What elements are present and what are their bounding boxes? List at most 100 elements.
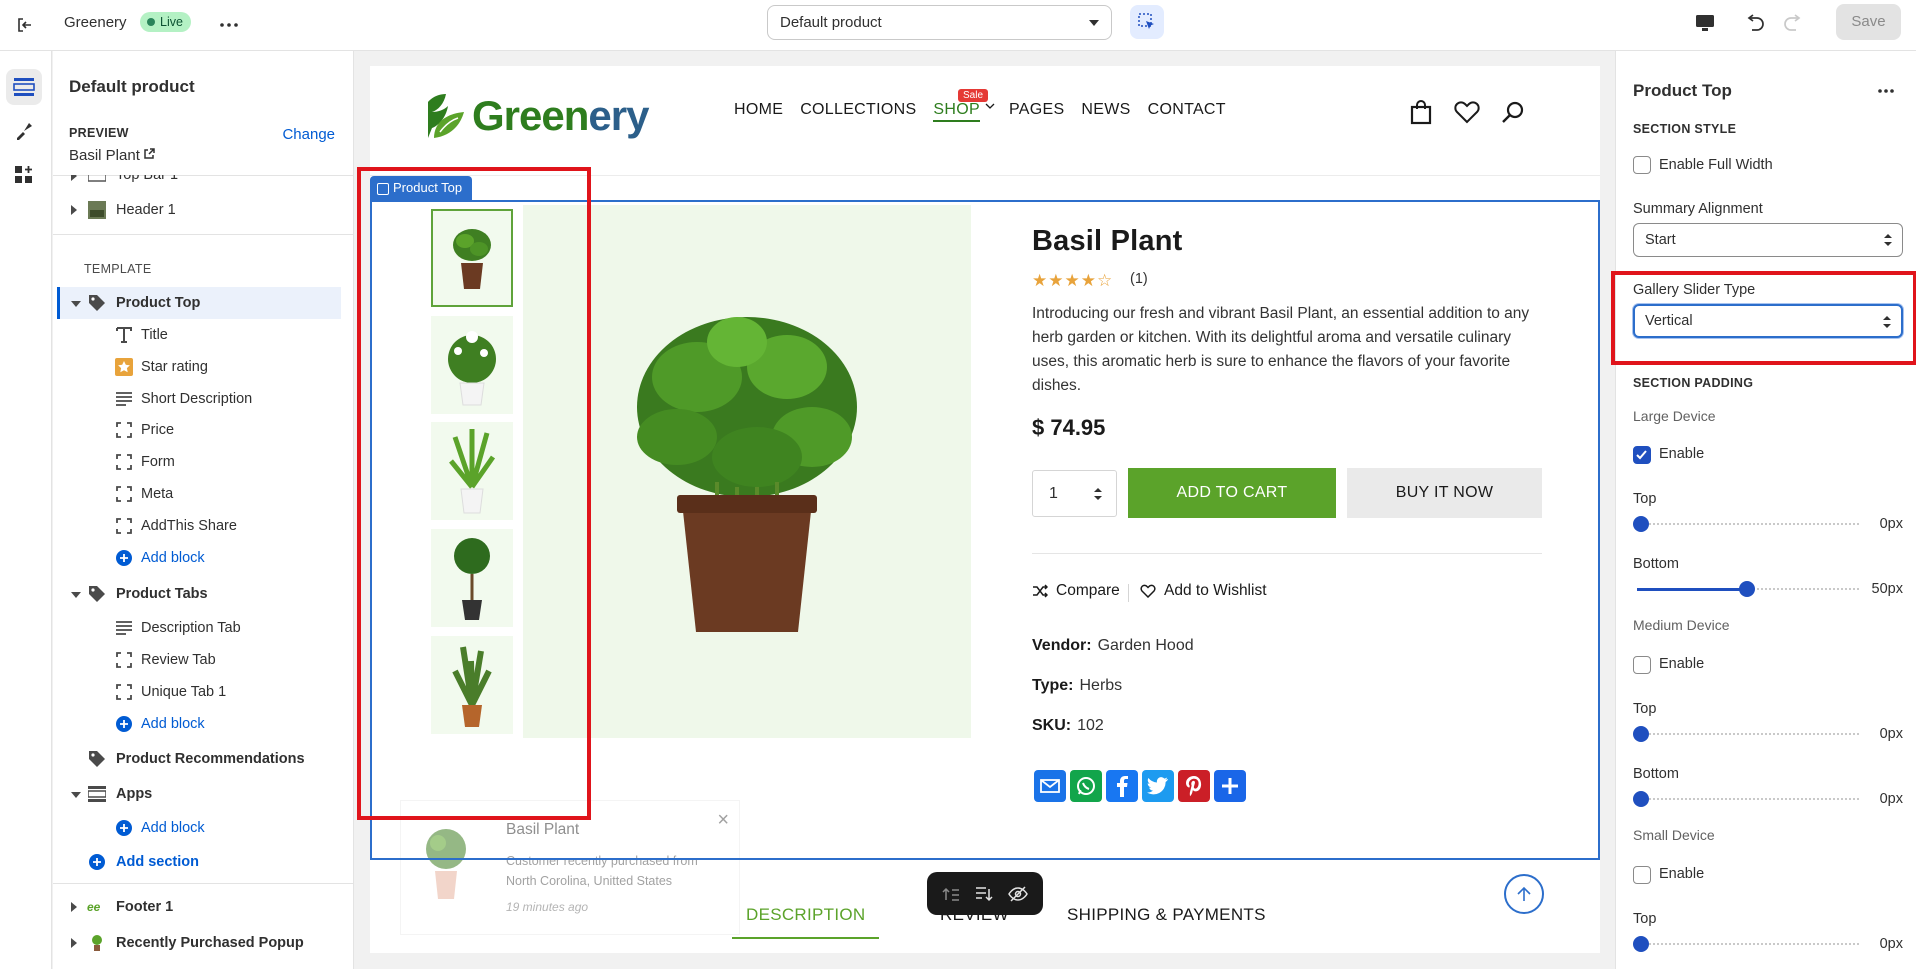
spinner-icon[interactable] xyxy=(1094,486,1102,502)
tab-description[interactable]: DESCRIPTION xyxy=(732,905,880,939)
sidebar-item-label: Footer 1 xyxy=(116,899,174,915)
undo-icon[interactable] xyxy=(1740,8,1770,38)
block-item-meta[interactable]: Meta xyxy=(57,478,341,510)
move-down-icon[interactable] xyxy=(975,886,993,902)
more-icon[interactable] xyxy=(1874,79,1898,103)
sidebar-item-product-top[interactable]: Product Top xyxy=(57,287,341,319)
large-bottom-slider[interactable] xyxy=(1633,581,1861,597)
buy-it-now-button[interactable]: BUY IT NOW xyxy=(1347,468,1542,518)
sidebar-item-header[interactable]: Header 1 xyxy=(57,194,341,226)
shopping-bag-icon[interactable] xyxy=(1407,98,1435,126)
block-item-label: AddThis Share xyxy=(141,518,237,534)
rating-count[interactable]: (1) xyxy=(1130,271,1148,287)
block-item-form[interactable]: Form xyxy=(57,446,341,478)
inspector-icon[interactable] xyxy=(1130,5,1164,39)
sidebar-item-footer[interactable]: ee Footer 1 xyxy=(57,891,341,923)
save-button[interactable]: Save xyxy=(1836,4,1901,40)
change-preview-link[interactable]: Change xyxy=(282,126,335,143)
vendor-value[interactable]: Garden Hood xyxy=(1098,637,1194,654)
nav-news[interactable]: NEWS xyxy=(1081,101,1130,122)
pinterest-share-icon[interactable] xyxy=(1178,770,1210,802)
recently-purchased-popup[interactable]: Basil Plant Customer recently purchased … xyxy=(400,800,740,935)
enable-full-width-checkbox[interactable] xyxy=(1633,156,1651,174)
tab-shipping-payments[interactable]: SHIPPING & PAYMENTS xyxy=(1067,905,1266,925)
add-block-button[interactable]: Add block xyxy=(57,812,341,844)
nav-shop[interactable]: SHOP xyxy=(933,101,980,122)
block-item-addthis-share[interactable]: AddThis Share xyxy=(57,510,341,542)
compare-link[interactable]: Compare xyxy=(1032,582,1120,600)
gallery-thumb-4[interactable] xyxy=(431,529,513,627)
wishlist-link[interactable]: Add to Wishlist xyxy=(1140,582,1267,600)
hide-section-icon[interactable] xyxy=(1007,885,1028,902)
sidebar-item-recently-purchased[interactable]: Recently Purchased Popup xyxy=(57,927,341,959)
desktop-icon[interactable] xyxy=(1690,8,1720,38)
template-select[interactable]: Default product xyxy=(767,5,1112,40)
gallery-thumb-3[interactable] xyxy=(431,422,513,520)
slider-handle[interactable] xyxy=(1739,581,1755,597)
nav-contact[interactable]: CONTACT xyxy=(1148,101,1226,122)
sections-sidebar: Default product PREVIEW Change Basil Pla… xyxy=(53,51,354,969)
whatsapp-share-icon[interactable] xyxy=(1070,770,1102,802)
gallery-thumb-5[interactable] xyxy=(431,636,513,734)
small-enable-checkbox[interactable] xyxy=(1633,866,1651,884)
slider-handle[interactable] xyxy=(1633,791,1649,807)
section-tag[interactable]: Product Top xyxy=(370,176,473,200)
nav-home[interactable]: HOME xyxy=(734,101,783,122)
more-share-icon[interactable] xyxy=(1214,770,1246,802)
add-block-button[interactable]: Add block xyxy=(57,542,341,574)
small-top-slider[interactable] xyxy=(1633,936,1861,952)
block-item-description-tab[interactable]: Description Tab xyxy=(57,612,341,644)
sidebar-item-apps[interactable]: Apps xyxy=(57,778,341,810)
search-icon[interactable] xyxy=(1499,98,1527,126)
gallery-thumb-2[interactable] xyxy=(431,316,513,414)
heart-icon[interactable] xyxy=(1453,98,1481,126)
twitter-share-icon[interactable] xyxy=(1142,770,1174,802)
preview-product[interactable]: Basil Plant xyxy=(69,147,140,164)
add-section-label: Add section xyxy=(116,854,199,870)
block-item-unique-tab[interactable]: Unique Tab 1 xyxy=(57,676,341,708)
block-item-star-rating[interactable]: Star rating xyxy=(57,351,341,383)
scroll-to-top-button[interactable] xyxy=(1504,874,1544,914)
move-up-icon[interactable] xyxy=(942,886,960,902)
type-value[interactable]: Herbs xyxy=(1079,677,1122,694)
gallery-slider-type-select[interactable]: Vertical xyxy=(1633,304,1903,338)
facebook-share-icon[interactable] xyxy=(1106,770,1138,802)
add-section-button[interactable]: Add section xyxy=(57,846,341,878)
email-share-icon[interactable] xyxy=(1034,770,1066,802)
add-block-button[interactable]: Add block xyxy=(57,708,341,740)
redo-icon[interactable] xyxy=(1778,8,1808,38)
add-to-cart-button[interactable]: ADD TO CART xyxy=(1128,468,1336,518)
large-top-slider[interactable] xyxy=(1633,516,1861,532)
close-icon[interactable]: × xyxy=(717,809,729,832)
medium-enable-checkbox[interactable] xyxy=(1633,656,1651,674)
medium-bottom-slider[interactable] xyxy=(1633,791,1861,807)
sidebar-item-label: Recently Purchased Popup xyxy=(116,935,304,951)
store-logo[interactable]: Greenery xyxy=(426,88,649,143)
block-item-short-description[interactable]: Short Description xyxy=(57,383,341,415)
theme-settings-icon[interactable] xyxy=(6,113,42,149)
exit-icon[interactable] xyxy=(10,10,40,40)
basil-thumbnail xyxy=(453,229,491,289)
gallery-thumb-1[interactable] xyxy=(431,209,513,307)
popup-title[interactable]: Basil Plant xyxy=(506,821,579,839)
sidebar-item-product-tabs[interactable]: Product Tabs xyxy=(57,578,341,610)
slider-handle[interactable] xyxy=(1633,516,1649,532)
medium-top-slider[interactable] xyxy=(1633,726,1861,742)
block-item-price[interactable]: Price xyxy=(57,414,341,446)
summary-alignment-select[interactable]: Start xyxy=(1633,223,1903,257)
nav-pages[interactable]: PAGES xyxy=(1009,101,1064,122)
sections-icon[interactable] xyxy=(6,69,42,105)
large-enable-checkbox[interactable] xyxy=(1633,446,1651,464)
slider-handle[interactable] xyxy=(1633,936,1649,952)
block-item-title[interactable]: Title xyxy=(57,319,341,351)
more-icon[interactable] xyxy=(214,10,244,40)
sidebar-item-top-bar[interactable]: Top Bar 1 xyxy=(57,175,341,189)
product-main-image[interactable] xyxy=(523,205,971,738)
nav-collections[interactable]: COLLECTIONS xyxy=(800,101,916,122)
quantity-stepper[interactable]: 1 xyxy=(1032,470,1117,517)
external-link-icon[interactable] xyxy=(143,148,155,160)
block-item-review-tab[interactable]: Review Tab xyxy=(57,644,341,676)
sidebar-item-product-recommendations[interactable]: Product Recommendations xyxy=(57,743,341,775)
app-embeds-icon[interactable] xyxy=(6,157,42,193)
slider-handle[interactable] xyxy=(1633,726,1649,742)
